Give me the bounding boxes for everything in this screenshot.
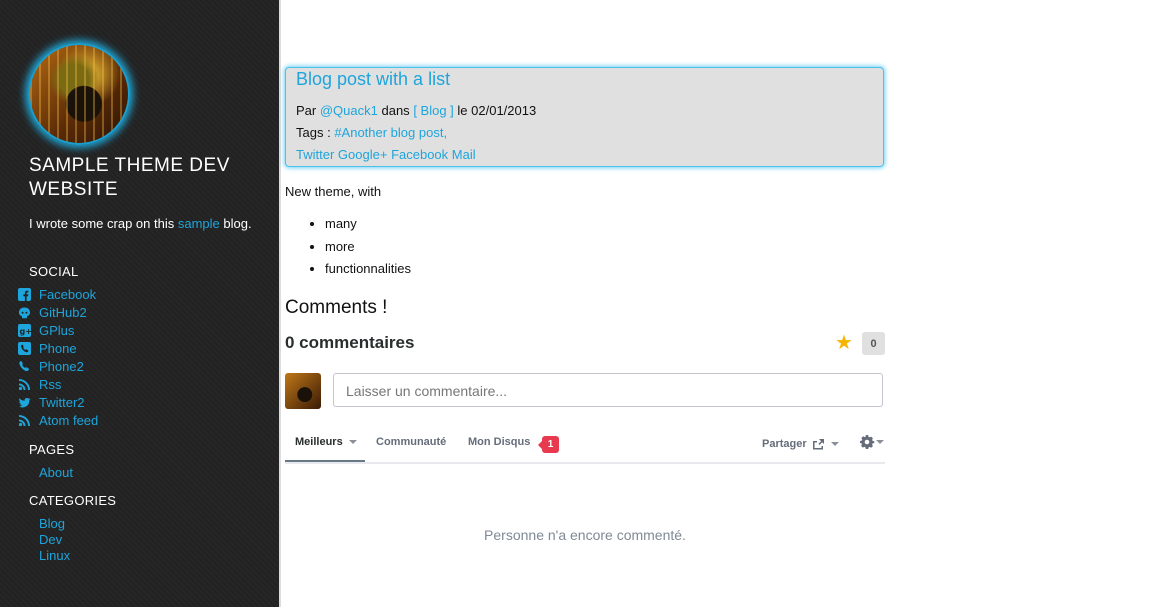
social-item-atom-feed[interactable]: Atom feed <box>17 411 98 429</box>
share-facebook-link[interactable]: Facebook <box>391 147 448 162</box>
page-item[interactable]: About <box>39 462 73 480</box>
pages-heading: PAGES <box>29 442 75 457</box>
phone-icon <box>17 359 31 373</box>
social-item-phone2[interactable]: Phone2 <box>17 357 98 375</box>
notification-badge[interactable]: 1 <box>538 436 559 453</box>
post-title-link[interactable]: Blog post with a list <box>296 69 450 89</box>
social-link-github[interactable]: GitHub2 <box>39 305 87 320</box>
github-icon <box>17 305 31 319</box>
social-item-gplus[interactable]: g+ GPlus <box>17 321 98 339</box>
post-meta: Par @Quack1 dans [ Blog ] le 02/01/2013 <box>296 103 536 119</box>
category-item[interactable]: Dev <box>39 529 70 547</box>
site-title[interactable]: SAMPLE THEME DEV WEBSITE <box>29 154 259 202</box>
share-label: Partager <box>762 438 807 450</box>
social-link-atom-feed[interactable]: Atom feed <box>39 413 98 428</box>
share-googleplus-link[interactable]: Google+ <box>338 147 388 162</box>
social-link-twitter[interactable]: Twitter2 <box>39 395 85 410</box>
by-label: Par <box>296 103 317 118</box>
social-link-phone2[interactable]: Phone2 <box>39 359 84 374</box>
sample-link[interactable]: sample <box>178 216 220 231</box>
facebook-icon <box>17 287 31 301</box>
share-mail-link[interactable]: Mail <box>452 147 476 162</box>
category-link[interactable]: [ Blog ] <box>413 103 453 118</box>
rss-icon <box>17 377 31 391</box>
social-link-facebook[interactable]: Facebook <box>39 287 96 302</box>
empty-comments-message: Personne n'a encore commenté. <box>484 527 686 543</box>
category-item[interactable]: Linux <box>39 545 70 563</box>
tags-label: Tags : <box>296 125 331 140</box>
social-heading: SOCIAL <box>29 264 79 279</box>
category-item[interactable]: Blog <box>39 513 70 531</box>
post-list: many more functionnalities <box>285 213 885 281</box>
tab-best-label: Meilleurs <box>295 436 343 448</box>
active-tab-indicator <box>285 460 365 462</box>
post-share-links: Twitter Google+ Facebook Mail <box>296 147 476 163</box>
social-link-gplus[interactable]: GPlus <box>39 323 74 338</box>
user-avatar[interactable] <box>285 373 321 409</box>
post-title[interactable]: Blog post with a list <box>296 68 450 90</box>
comment-tabs: Meilleurs Communauté Mon Disqus 1 Partag… <box>285 430 885 464</box>
share-button[interactable]: Partager <box>762 438 839 450</box>
share-icon <box>812 438 825 450</box>
tab-my-disqus[interactable]: Mon Disqus <box>468 436 530 448</box>
social-item-github[interactable]: GitHub2 <box>17 303 98 321</box>
page-link-about[interactable]: About <box>39 465 73 480</box>
site-description-end: blog. <box>219 216 252 231</box>
recommend-count[interactable]: 0 <box>862 332 885 355</box>
post-date: le 02/01/2013 <box>457 103 537 118</box>
categories-list: Blog Dev Linux <box>39 513 70 563</box>
post-tags: Tags : #Another blog post, <box>296 125 447 141</box>
settings-button[interactable] <box>859 434 884 450</box>
tag-link[interactable]: #Another blog post, <box>334 125 447 140</box>
list-item: many <box>325 213 885 236</box>
rss-icon <box>17 413 31 427</box>
site-avatar[interactable] <box>28 43 130 145</box>
social-item-rss[interactable]: Rss <box>17 375 98 393</box>
phone-square-icon <box>17 341 31 355</box>
post-body: New theme, with many more functionnaliti… <box>285 184 885 281</box>
comment-count: 0 commentaires <box>285 333 415 352</box>
social-item-twitter[interactable]: Twitter2 <box>17 393 98 411</box>
in-label: dans <box>381 103 410 118</box>
site-description-text: I wrote some crap on this <box>29 216 178 231</box>
google-plus-icon: g+ <box>17 323 31 337</box>
comments-widget: 0 commentaires ★ 0 Laisser un commentair… <box>285 330 885 570</box>
social-item-facebook[interactable]: Facebook <box>17 285 98 303</box>
social-list: Facebook GitHub2 g+ GPlus Phone Phone2 R… <box>17 285 98 429</box>
share-twitter-link[interactable]: Twitter <box>296 147 334 162</box>
sidebar: SAMPLE THEME DEV WEBSITE I wrote some cr… <box>0 0 281 607</box>
author-link[interactable]: @Quack1 <box>320 103 378 118</box>
social-link-phone[interactable]: Phone <box>39 341 77 356</box>
tab-community[interactable]: Communauté <box>376 436 446 448</box>
social-link-rss[interactable]: Rss <box>39 377 61 392</box>
twitter-icon <box>17 395 31 409</box>
tab-best[interactable]: Meilleurs <box>295 436 357 448</box>
chevron-down-icon <box>876 440 884 444</box>
categories-heading: CATEGORIES <box>29 493 117 508</box>
post-header: Blog post with a list Par @Quack1 dans [… <box>285 67 884 167</box>
star-icon[interactable]: ★ <box>835 332 853 354</box>
social-item-phone[interactable]: Phone <box>17 339 98 357</box>
category-link-linux[interactable]: Linux <box>39 548 70 563</box>
comment-input[interactable]: Laisser un commentaire... <box>333 373 883 407</box>
list-item: more <box>325 236 885 259</box>
svg-text:g+: g+ <box>19 327 31 336</box>
gear-icon <box>859 434 875 450</box>
post-intro: New theme, with <box>285 184 382 199</box>
chevron-down-icon <box>830 442 839 446</box>
comments-heading: Comments ! <box>285 297 388 318</box>
list-item: functionnalities <box>325 258 885 281</box>
chevron-down-icon <box>348 440 357 445</box>
site-description: I wrote some crap on this sample blog. <box>29 216 259 232</box>
pages-list: About <box>39 462 73 480</box>
